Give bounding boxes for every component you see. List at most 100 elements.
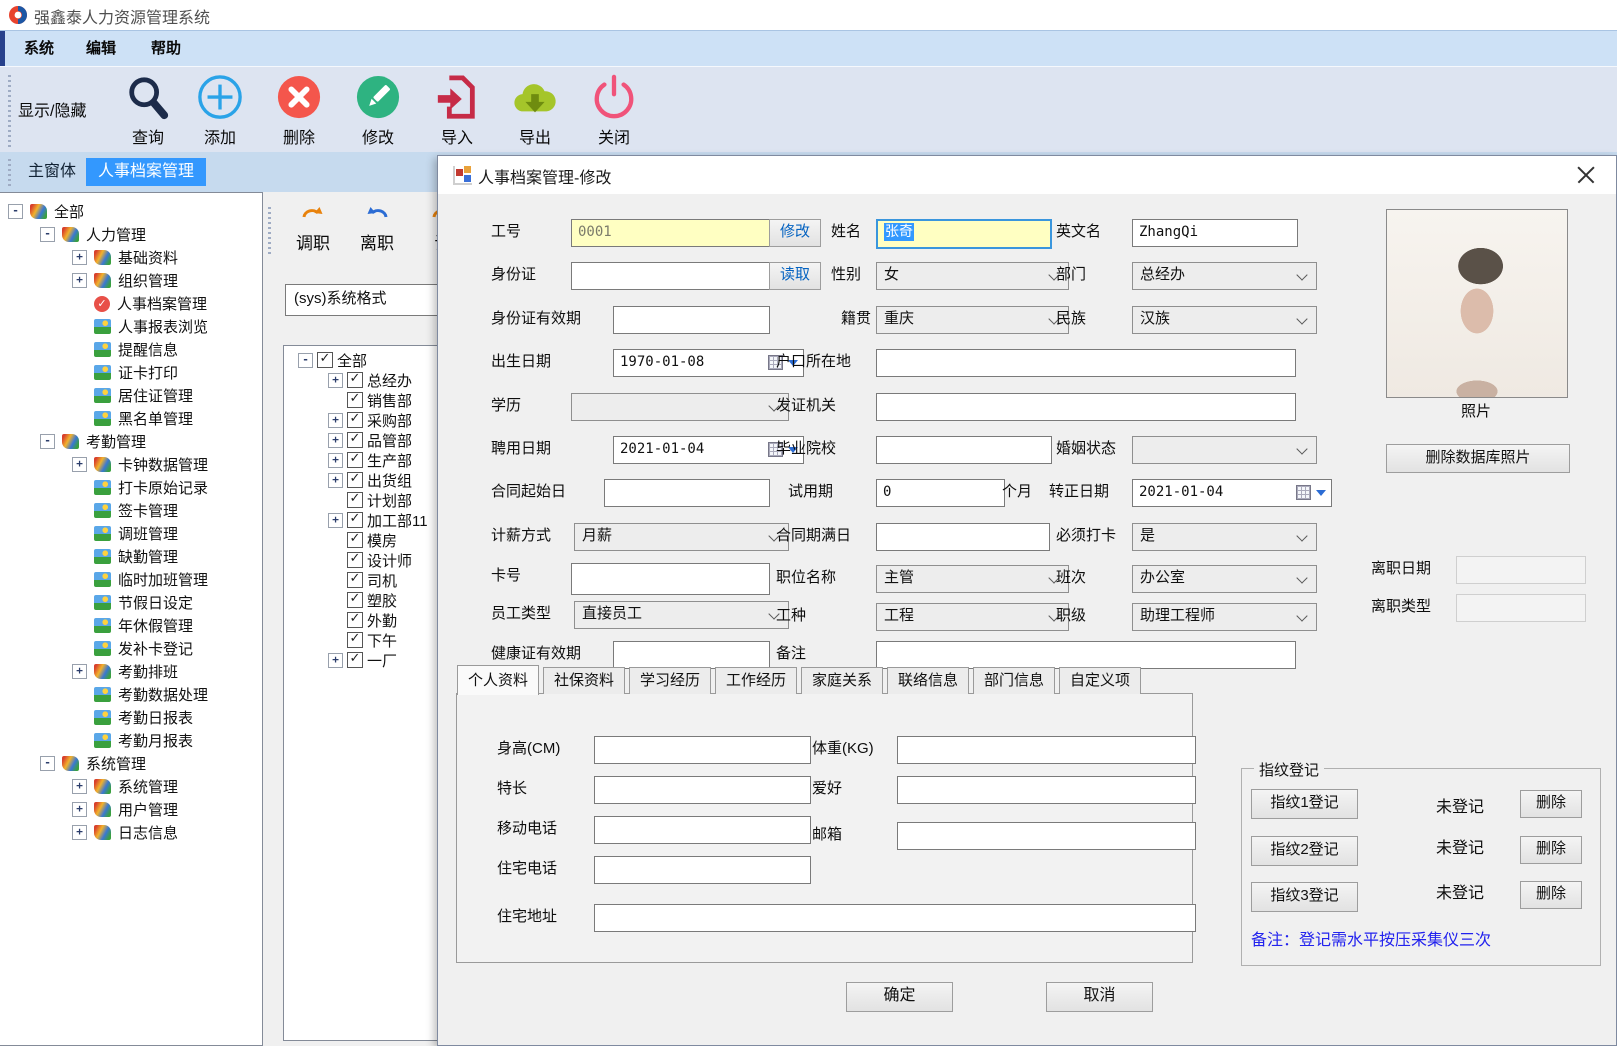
- job-type-select[interactable]: 工程: [876, 603, 1069, 631]
- expand-icon[interactable]: [328, 453, 343, 468]
- fingerprint2-delete-button[interactable]: 删除: [1520, 836, 1582, 864]
- contract-start-field[interactable]: [604, 479, 770, 507]
- expand-icon[interactable]: [72, 250, 87, 265]
- tab-education-history[interactable]: 学习经历: [629, 667, 711, 694]
- dept-label[interactable]: 采购部: [367, 410, 412, 431]
- employee-type-select[interactable]: 直接员工: [574, 601, 789, 629]
- transfer-button[interactable]: 调职: [285, 204, 341, 254]
- tree-item[interactable]: 签卡管理: [0, 499, 262, 522]
- add-button[interactable]: 添加: [188, 71, 252, 149]
- tree-item[interactable]: 考勤日报表: [0, 706, 262, 729]
- tree-item-label[interactable]: 临时加班管理: [118, 569, 208, 590]
- ethnicity-select[interactable]: 汉族: [1132, 306, 1317, 334]
- graduate-school-field[interactable]: [876, 436, 1052, 464]
- fingerprint3-register-button[interactable]: 指纹3登记: [1251, 882, 1358, 912]
- modify-id-button[interactable]: 修改: [769, 219, 821, 247]
- tree-item-label[interactable]: 居住证管理: [118, 385, 193, 406]
- health-cert-field[interactable]: [613, 641, 770, 669]
- tree-item[interactable]: 发补卡登记: [0, 637, 262, 660]
- checkbox-checked[interactable]: [347, 632, 363, 648]
- expand-icon[interactable]: [72, 457, 87, 472]
- tree-item[interactable]: 缺勤管理: [0, 545, 262, 568]
- collapse-icon[interactable]: [40, 756, 55, 771]
- tree-item[interactable]: 系统管理: [0, 752, 262, 775]
- read-id-button[interactable]: 读取: [769, 262, 821, 290]
- tree-item[interactable]: 考勤月报表: [0, 729, 262, 752]
- remarks-field[interactable]: [876, 641, 1296, 669]
- hobby-field[interactable]: [897, 776, 1196, 804]
- tree-item-label[interactable]: 全部: [54, 201, 84, 222]
- tree-item[interactable]: 调班管理: [0, 522, 262, 545]
- show-hide-button[interactable]: 显示/隐藏: [18, 97, 86, 121]
- tree-item-label[interactable]: 证卡打印: [118, 362, 178, 383]
- tree-item-label[interactable]: 人事报表浏览: [118, 316, 208, 337]
- tree-item-label[interactable]: 签卡管理: [118, 500, 178, 521]
- expand-icon[interactable]: [72, 825, 87, 840]
- resign-button[interactable]: 离职: [349, 204, 405, 254]
- pay-method-select[interactable]: 月薪: [574, 523, 789, 551]
- tree-item-label[interactable]: 打卡原始记录: [118, 477, 208, 498]
- cancel-button[interactable]: 取消: [1046, 982, 1153, 1012]
- dept-label[interactable]: 加工部11: [367, 510, 428, 531]
- height-field[interactable]: [594, 736, 811, 764]
- must-clock-select[interactable]: 是: [1132, 523, 1317, 551]
- dept-label[interactable]: 塑胶: [367, 590, 397, 611]
- probation-field[interactable]: 0: [876, 479, 1005, 507]
- collapse-icon[interactable]: [40, 227, 55, 242]
- export-button[interactable]: 导出: [503, 71, 567, 149]
- expand-icon[interactable]: [328, 473, 343, 488]
- dept-label[interactable]: 全部: [337, 350, 367, 371]
- contract-end-field[interactable]: [876, 523, 1050, 551]
- email-field[interactable]: [897, 822, 1196, 850]
- checkbox-checked[interactable]: [347, 612, 363, 628]
- dept-label[interactable]: 计划部: [367, 490, 412, 511]
- tree-item-label[interactable]: 日志信息: [118, 822, 178, 843]
- position-select[interactable]: 主管: [876, 565, 1069, 593]
- shift-select[interactable]: 办公室: [1132, 565, 1317, 593]
- tree-item[interactable]: 组织管理: [0, 269, 262, 292]
- expand-icon[interactable]: [328, 433, 343, 448]
- tree-item[interactable]: 年休假管理: [0, 614, 262, 637]
- expand-icon[interactable]: [328, 413, 343, 428]
- tree-item[interactable]: 考勤管理: [0, 430, 262, 453]
- tree-item-label[interactable]: 考勤管理: [86, 431, 146, 452]
- tab-personal-info[interactable]: 个人资料: [457, 665, 539, 695]
- dept-label[interactable]: 销售部: [367, 390, 412, 411]
- expand-icon[interactable]: [328, 513, 343, 528]
- checkbox-checked[interactable]: [317, 352, 333, 368]
- tree-item-label[interactable]: 用户管理: [118, 799, 178, 820]
- dept-label[interactable]: 品管部: [367, 430, 412, 451]
- id-validity-field[interactable]: [613, 306, 770, 334]
- menu-help[interactable]: 帮助: [145, 31, 187, 67]
- tree-item[interactable]: 临时加班管理: [0, 568, 262, 591]
- tree-item-label[interactable]: 缺勤管理: [118, 546, 178, 567]
- tab-main-window[interactable]: 主窗体: [16, 158, 88, 186]
- marital-status-select[interactable]: [1132, 436, 1317, 464]
- dept-label[interactable]: 司机: [367, 570, 397, 591]
- gender-select[interactable]: 女: [876, 262, 1069, 290]
- tree-item-label[interactable]: 人力管理: [86, 224, 146, 245]
- employee-id-field[interactable]: 0001: [571, 219, 770, 247]
- tree-item-label[interactable]: 发补卡登记: [118, 638, 193, 659]
- tree-item[interactable]: 日志信息: [0, 821, 262, 844]
- education-select[interactable]: [571, 393, 789, 421]
- tree-item-label[interactable]: 系统管理: [86, 753, 146, 774]
- english-name-field[interactable]: ZhangQi: [1132, 219, 1298, 247]
- tree-item-label[interactable]: 调班管理: [118, 523, 178, 544]
- dept-label[interactable]: 出货组: [367, 470, 412, 491]
- checkbox-checked[interactable]: [347, 492, 363, 508]
- weight-field[interactable]: [897, 736, 1196, 764]
- regularization-date-picker[interactable]: 2021-01-04: [1132, 479, 1332, 507]
- deptbar-grip[interactable]: [268, 204, 271, 254]
- id-card-field[interactable]: [571, 262, 770, 290]
- tree-item[interactable]: 提醒信息: [0, 338, 262, 361]
- native-place-select[interactable]: 重庆: [876, 306, 1069, 334]
- dept-label[interactable]: 总经办: [367, 370, 412, 391]
- mobile-field[interactable]: [594, 816, 811, 844]
- tree-item-label[interactable]: 基础资料: [118, 247, 178, 268]
- tree-item[interactable]: 全部: [0, 200, 262, 223]
- collapse-icon[interactable]: [40, 434, 55, 449]
- checkbox-checked[interactable]: [347, 572, 363, 588]
- tree-item-label[interactable]: 组织管理: [118, 270, 178, 291]
- dept-label[interactable]: 外勤: [367, 610, 397, 631]
